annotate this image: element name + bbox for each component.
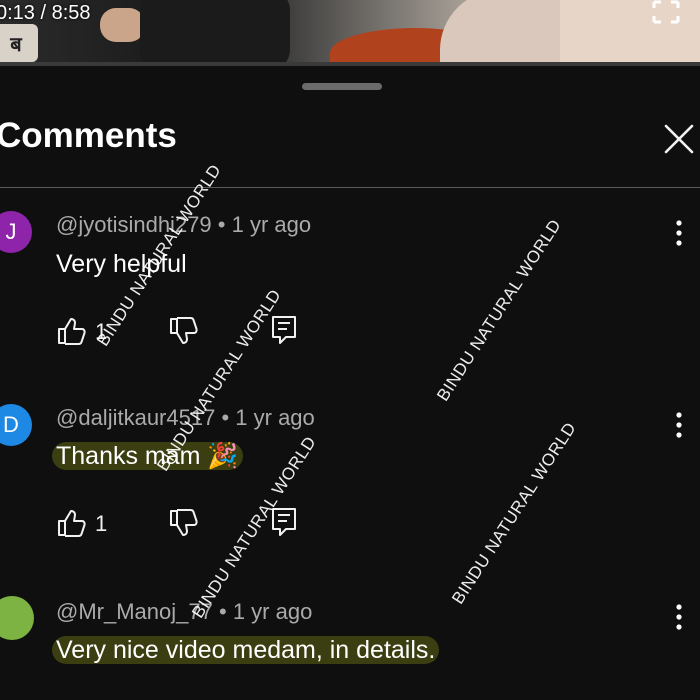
avatar[interactable]: D	[0, 404, 32, 446]
avatar[interactable]: J	[0, 211, 32, 253]
comment-text-highlight: Very nice video medam, in details.	[52, 636, 440, 664]
video-timecode: 0:13 / 8:58	[0, 2, 91, 24]
video-frame-person	[140, 0, 290, 62]
watermark-text: BINDU NATURAL WORLD	[448, 418, 580, 608]
panel-title: Comments	[0, 116, 177, 155]
fullscreen-icon[interactable]	[652, 0, 680, 24]
comment-text: Very nice video medam, in details.	[52, 636, 440, 665]
reply-button-icon[interactable]	[270, 314, 298, 346]
comment-age: 1 yr ago	[235, 405, 315, 430]
video-player[interactable]: ब 0:13 / 8:58	[0, 0, 700, 62]
header-divider	[0, 187, 700, 188]
avatar[interactable]	[0, 596, 34, 640]
more-options-icon[interactable]	[670, 410, 688, 440]
like-count: 1	[95, 511, 108, 536]
video-overlay-badge: ब	[0, 24, 38, 62]
comment-age: 1 yr ago	[231, 212, 312, 237]
more-options-icon[interactable]	[670, 218, 688, 248]
dislike-button-icon[interactable]	[168, 508, 198, 538]
watermark-text: BINDU NATURAL WORLD	[433, 215, 565, 405]
close-icon[interactable]	[660, 120, 698, 158]
meta-separator: •	[221, 405, 236, 430]
like-button-icon[interactable]	[56, 316, 86, 346]
meta-separator: •	[218, 599, 233, 624]
comment-meta: @Mr_Manoj_77 • 1 yr ago	[56, 599, 312, 625]
like-button-icon[interactable]	[56, 508, 86, 538]
dislike-button-icon[interactable]	[168, 316, 198, 346]
drag-handle[interactable]	[302, 83, 382, 90]
video-frame-hand	[100, 8, 145, 42]
comment-text-highlight: Thanks mam 🎉	[52, 442, 243, 470]
comment-text: Thanks mam 🎉	[52, 442, 243, 471]
meta-separator: •	[217, 212, 232, 237]
sheet-edge	[0, 62, 700, 66]
comment-age: 1 yr ago	[232, 599, 313, 624]
more-options-icon[interactable]	[670, 602, 688, 632]
